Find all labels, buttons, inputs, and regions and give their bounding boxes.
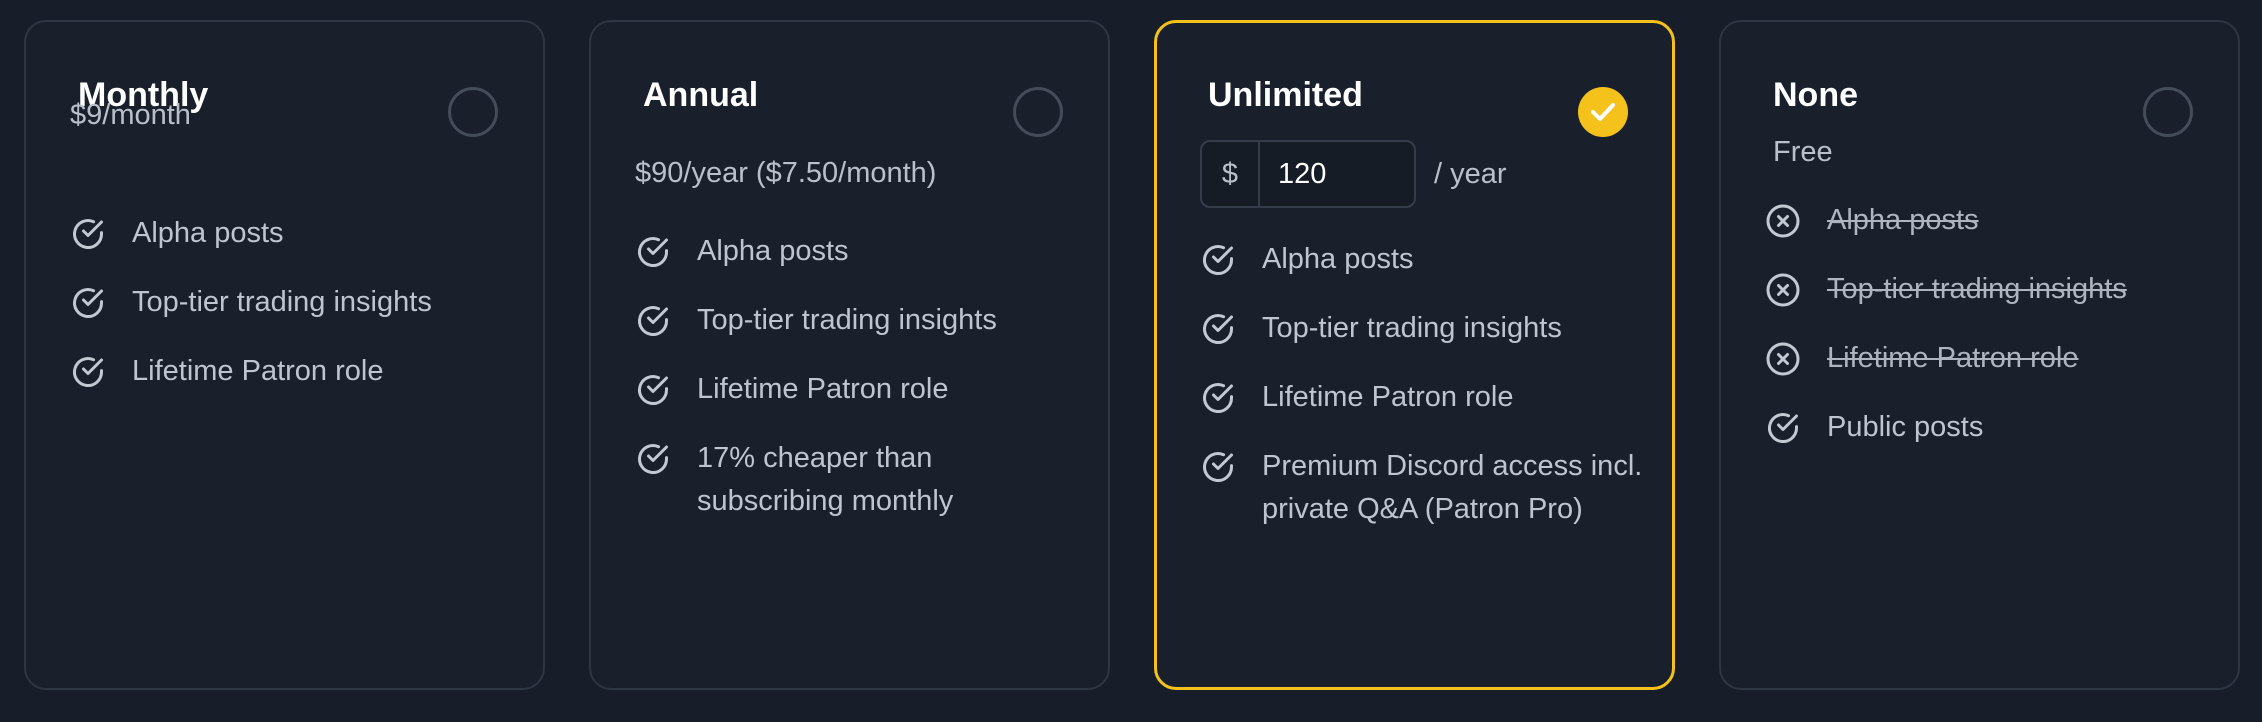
feature-item: Alpha posts bbox=[70, 212, 527, 255]
feature-item: Lifetime Patron role bbox=[635, 368, 1092, 411]
feature-label: Alpha posts bbox=[1262, 243, 1414, 275]
amount-field[interactable]: $ bbox=[1200, 140, 1416, 208]
x-circle-icon bbox=[1766, 342, 1800, 376]
checkmark-icon bbox=[1591, 103, 1615, 121]
feature-item: Premium Discord access incl. private Q&A… bbox=[1200, 445, 1662, 531]
feature-label: Alpha posts bbox=[697, 235, 849, 267]
check-circle-icon bbox=[638, 444, 668, 474]
feature-item: Alpha posts bbox=[1200, 238, 1656, 281]
feature-item: Lifetime Patron role bbox=[70, 350, 527, 393]
plan-card-monthly[interactable]: Monthly $9/month Alpha posts Top-tier tr… bbox=[24, 20, 545, 690]
check-circle-icon bbox=[1203, 245, 1233, 275]
plan-card-none[interactable]: None Free Alpha posts Top-tier trading i… bbox=[1719, 20, 2240, 690]
check-circle-icon bbox=[73, 288, 103, 318]
plan-price: $9/month bbox=[70, 99, 191, 131]
feature-item: Public posts bbox=[1765, 406, 2222, 449]
feature-list: Alpha posts Top-tier trading insights Li… bbox=[635, 230, 1092, 549]
check-circle-icon bbox=[1768, 413, 1798, 443]
plan-title: Unlimited bbox=[1208, 76, 1363, 114]
feature-item: Lifetime Patron role bbox=[1765, 337, 2222, 380]
plan-radio-annual[interactable] bbox=[1013, 87, 1063, 137]
period-label: / year bbox=[1434, 158, 1507, 190]
feature-item: 17% cheaper than subscribing monthly bbox=[635, 437, 997, 523]
currency-symbol: $ bbox=[1202, 142, 1260, 206]
feature-label: Public posts bbox=[1827, 411, 1984, 443]
plan-radio-monthly[interactable] bbox=[448, 87, 498, 137]
plan-title: None bbox=[1773, 76, 1858, 114]
feature-label: Premium Discord access incl. private Q&A… bbox=[1262, 450, 1643, 525]
feature-label: Top-tier trading insights bbox=[697, 304, 997, 336]
feature-list: Alpha posts Top-tier trading insights Li… bbox=[70, 212, 527, 419]
check-circle-icon bbox=[73, 357, 103, 387]
check-circle-icon bbox=[73, 219, 103, 249]
check-circle-icon bbox=[1203, 452, 1233, 482]
plan-options: Monthly $9/month Alpha posts Top-tier tr… bbox=[24, 20, 2240, 692]
check-circle-icon bbox=[1203, 314, 1233, 344]
feature-item: Top-tier trading insights bbox=[70, 281, 527, 324]
feature-label: Lifetime Patron role bbox=[132, 355, 384, 387]
check-circle-icon bbox=[638, 375, 668, 405]
feature-list: Alpha posts Top-tier trading insights Li… bbox=[1200, 238, 1656, 557]
feature-item: Top-tier trading insights bbox=[1765, 268, 2222, 311]
x-circle-icon bbox=[1766, 273, 1800, 307]
feature-label: 17% cheaper than subscribing monthly bbox=[697, 442, 954, 517]
check-circle-icon bbox=[1203, 383, 1233, 413]
plan-card-unlimited[interactable]: Unlimited $ / year Alpha posts Top-tier … bbox=[1154, 20, 1675, 690]
plan-card-annual[interactable]: Annual $90/year ($7.50/month) Alpha post… bbox=[589, 20, 1110, 690]
feature-list: Alpha posts Top-tier trading insights Li… bbox=[1765, 199, 2222, 475]
feature-item: Lifetime Patron role bbox=[1200, 376, 1656, 419]
feature-item: Top-tier trading insights bbox=[635, 299, 1092, 342]
plan-price: $90/year ($7.50/month) bbox=[635, 157, 937, 189]
feature-label: Top-tier trading insights bbox=[132, 286, 432, 318]
feature-label: Lifetime Patron role bbox=[1262, 381, 1514, 413]
feature-item: Top-tier trading insights bbox=[1200, 307, 1656, 350]
feature-item: Alpha posts bbox=[635, 230, 1092, 273]
check-circle-icon bbox=[638, 306, 668, 336]
plan-price: Free bbox=[1773, 136, 1833, 168]
feature-label: Lifetime Patron role bbox=[1827, 342, 2079, 374]
feature-item: Alpha posts bbox=[1765, 199, 2222, 242]
amount-input[interactable] bbox=[1260, 142, 1410, 206]
plan-title: Annual bbox=[643, 76, 759, 114]
feature-label: Top-tier trading insights bbox=[1262, 312, 1562, 344]
plan-radio-unlimited[interactable] bbox=[1578, 87, 1628, 137]
feature-label: Lifetime Patron role bbox=[697, 373, 949, 405]
feature-label: Top-tier trading insights bbox=[1827, 273, 2127, 305]
check-circle-icon bbox=[638, 237, 668, 267]
plan-radio-none[interactable] bbox=[2143, 87, 2193, 137]
feature-label: Alpha posts bbox=[1827, 204, 1979, 236]
x-circle-icon bbox=[1766, 204, 1800, 238]
feature-label: Alpha posts bbox=[132, 217, 284, 249]
